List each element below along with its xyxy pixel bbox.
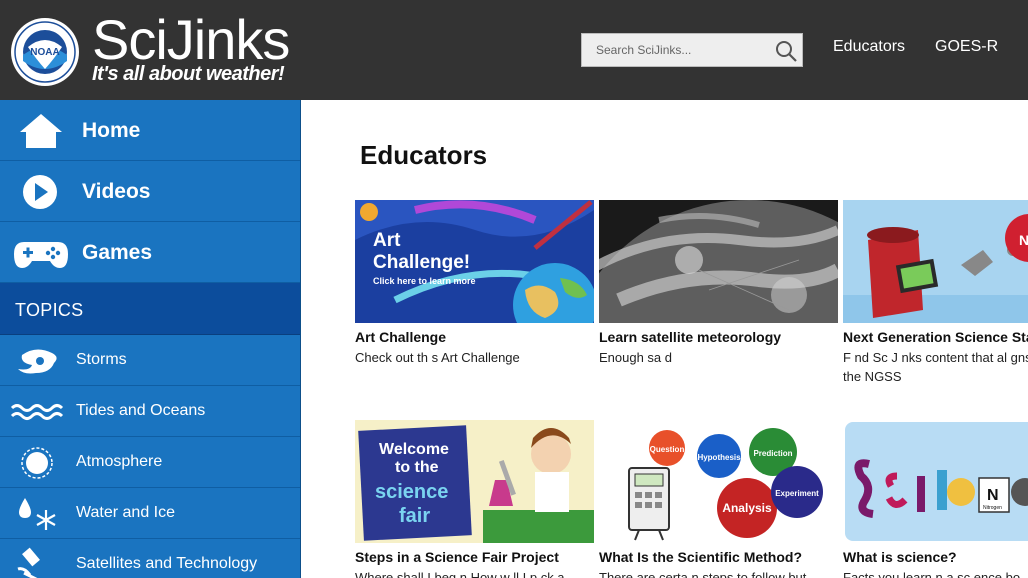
sidebar-item-games[interactable]: Games: [0, 222, 300, 283]
search-input[interactable]: [582, 34, 768, 66]
fair-thumb-line1: Welcome: [379, 441, 449, 458]
method-analysis-label: Analysis: [722, 501, 772, 515]
art-challenge-thumb-line1: Art: [373, 230, 401, 251]
sidebar-item-label: Water and Ice: [76, 504, 176, 521]
card-title[interactable]: What is science?: [843, 549, 1028, 565]
fair-thumb-line3: science: [375, 481, 448, 503]
atmosphere-icon: [21, 447, 53, 479]
satellite-earth-thumbnail: [599, 200, 838, 323]
art-challenge-thumb-line2: Challenge!: [373, 252, 470, 273]
card-title[interactable]: Next Generation Science Sta: [843, 329, 1028, 345]
what-is-science-thumbnail: N Nitrogen: [843, 420, 1028, 543]
ngss-thumb-letter: N: [1019, 232, 1028, 248]
sidebar: Home Videos Games TOPICS Storms Tides an…: [0, 100, 301, 578]
method-hypothesis-label: Hypothesis: [697, 453, 741, 462]
site-header: NOAA SciJinks It's all about weather! Ed…: [0, 0, 1028, 100]
sidebar-item-label: Satellites and Technology: [76, 555, 258, 572]
science-n-letter: N: [987, 487, 999, 504]
brand-tagline: It's all about weather!: [92, 63, 285, 85]
method-prediction-label: Prediction: [753, 449, 792, 458]
sidebar-item-label: Videos: [82, 180, 151, 203]
method-experiment-label: Experiment: [775, 489, 819, 498]
science-nitrogen-label: Nitrogen: [983, 505, 1002, 511]
sidebar-item-label: Home: [82, 119, 141, 142]
fair-thumb-line2: to the: [395, 459, 439, 476]
card-science-fair[interactable]: Welcome to the science fair Steps in a S…: [355, 420, 594, 578]
sidebar-item-atmosphere[interactable]: Atmosphere: [0, 437, 300, 488]
hurricane-icon: [18, 349, 57, 374]
fair-thumb-line4: fair: [399, 505, 430, 527]
sidebar-item-label: Storms: [76, 351, 127, 368]
card-satellite-meteorology[interactable]: Learn satellite meteorology Enough sa d: [599, 200, 838, 367]
main-content: Educators Art Challenge! Click here to l…: [301, 100, 1028, 578]
noaa-seal-icon: NOAA: [11, 18, 79, 86]
search-box: [581, 33, 803, 67]
sidebar-item-storms[interactable]: Storms: [0, 335, 300, 386]
waves-icon: [10, 404, 64, 420]
sidebar-item-label: Games: [82, 241, 153, 264]
card-title[interactable]: What Is the Scientific Method?: [599, 549, 838, 565]
card-description: There are certa n steps to follow but: [599, 570, 807, 578]
science-fair-thumbnail: Welcome to the science fair: [355, 420, 594, 543]
scientific-method-thumbnail: Question Hypothesis Prediction Analysis …: [599, 420, 838, 543]
play-icon: [23, 175, 57, 209]
card-scientific-method[interactable]: Question Hypothesis Prediction Analysis …: [599, 420, 838, 578]
method-question-label: Question: [650, 445, 685, 454]
art-challenge-thumb-line3: Click here to learn more: [373, 276, 476, 286]
sidebar-item-tides-and-oceans[interactable]: Tides and Oceans: [0, 386, 300, 437]
brand-title: SciJinks: [92, 8, 290, 71]
card-title[interactable]: Steps in a Science Fair Project: [355, 549, 594, 565]
card-description: F nd Sc J nks content that al gns the NG…: [843, 350, 1028, 384]
card-ngss[interactable]: N Next Generation Science Sta F nd Sc J …: [843, 200, 1028, 386]
search-icon[interactable]: [774, 39, 798, 63]
topics-heading: TOPICS: [0, 283, 300, 335]
sidebar-item-label: Atmosphere: [76, 453, 163, 470]
card-description: Facts you learn n a sc ence bo: [843, 570, 1021, 578]
topics-heading-label: TOPICS: [15, 300, 84, 320]
card-description: Where shall I beg n How w ll I p ck a: [355, 570, 565, 578]
seal-text: NOAA: [30, 47, 59, 58]
card-title[interactable]: Learn satellite meteorology: [599, 329, 838, 345]
sidebar-item-videos[interactable]: Videos: [0, 161, 300, 222]
sidebar-item-water-and-ice[interactable]: Water and Ice: [0, 488, 300, 539]
site-logo[interactable]: NOAA SciJinks It's all about weather!: [10, 8, 300, 90]
card-description: Check out th s Art Challenge: [355, 350, 520, 365]
ngss-thumbnail: N: [843, 200, 1028, 323]
sidebar-item-satellites-and-technology[interactable]: Satellites and Technology: [0, 539, 300, 578]
page-title: Educators: [360, 140, 488, 170]
card-what-is-science[interactable]: N Nitrogen What is science? Facts you le…: [843, 420, 1028, 578]
nav-educators[interactable]: Educators: [833, 38, 905, 56]
sidebar-item-home[interactable]: Home: [0, 100, 300, 161]
home-icon: [20, 114, 62, 148]
art-challenge-thumbnail: Art Challenge! Click here to learn more: [355, 200, 594, 323]
sidebar-item-label: Tides and Oceans: [76, 402, 206, 419]
water-ice-icon: [19, 498, 56, 530]
satellite-icon: [17, 547, 40, 578]
card-art-challenge[interactable]: Art Challenge! Click here to learn more …: [355, 200, 594, 367]
gamepad-icon: [14, 242, 68, 268]
card-description: Enough sa d: [599, 350, 673, 365]
card-title[interactable]: Art Challenge: [355, 329, 594, 345]
nav-goes-r[interactable]: GOES-R: [935, 38, 998, 56]
